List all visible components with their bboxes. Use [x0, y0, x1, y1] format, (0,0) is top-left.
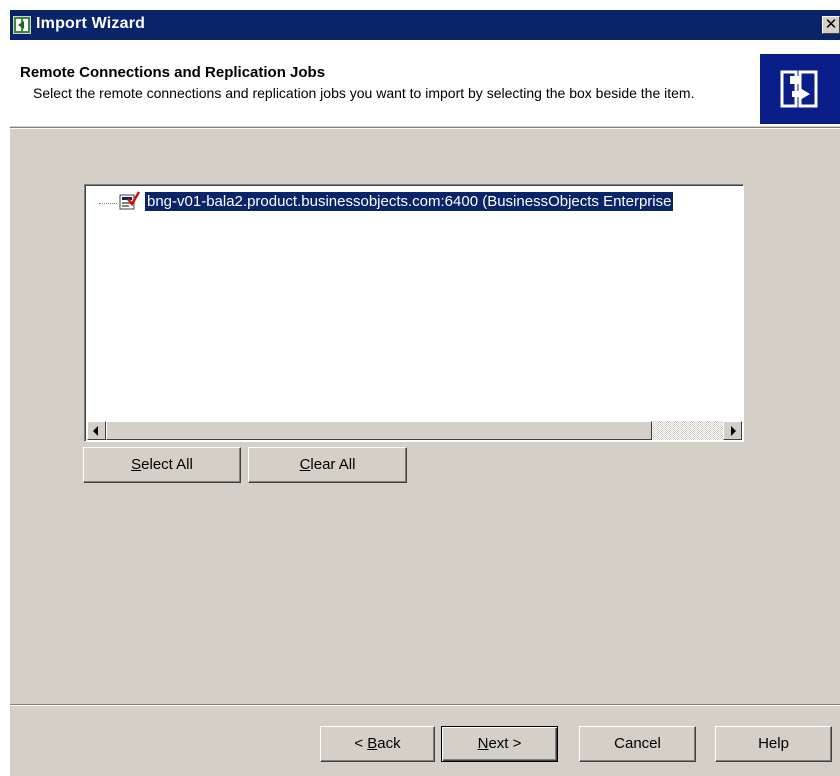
header-separator: [10, 127, 840, 129]
next-label: ext >: [488, 735, 522, 752]
clear-all-label: lear All: [310, 456, 356, 473]
tree-connector-line: [99, 203, 117, 204]
help-label: Help: [758, 735, 789, 752]
back-mnemonic: B: [367, 735, 378, 752]
tree-item-label[interactable]: bng-v01-bala2.product.businessobjects.co…: [145, 192, 674, 211]
import-arrow-icon: [780, 70, 818, 108]
scroll-track[interactable]: [652, 421, 723, 440]
wizard-header: Remote Connections and Replication Jobs …: [10, 40, 840, 126]
select-all-label: elect All: [141, 456, 193, 473]
clear-all-mnemonic: C: [299, 456, 311, 473]
page-description: Select the remote connections and replic…: [33, 85, 695, 101]
next-button[interactable]: Next >: [441, 726, 558, 762]
help-button[interactable]: Help: [715, 726, 832, 762]
clear-all-button[interactable]: Clear All: [248, 447, 407, 483]
footer-separator: [10, 704, 840, 706]
close-button[interactable]: ✕: [822, 16, 840, 34]
scroll-left-button[interactable]: [87, 421, 106, 440]
checked-connection-icon[interactable]: [118, 191, 140, 211]
import-wizard-window: Import Wizard ✕ Remote Connections and R…: [8, 9, 840, 776]
arrow-right-icon: [731, 426, 736, 436]
back-prefix: <: [354, 735, 368, 752]
next-mnemonic: N: [477, 735, 489, 752]
close-icon: ✕: [824, 16, 838, 33]
page-title: Remote Connections and Replication Jobs: [20, 64, 326, 81]
back-button[interactable]: < Back: [320, 726, 435, 762]
scroll-thumb[interactable]: [106, 421, 652, 440]
cancel-label: Cancel: [614, 735, 661, 752]
back-label: ack: [377, 735, 401, 752]
arrow-left-icon: [93, 426, 98, 436]
window-title: Import Wizard: [36, 15, 146, 32]
title-bar[interactable]: Import Wizard ✕: [10, 10, 840, 40]
select-all-mnemonic: S: [131, 456, 142, 473]
header-banner: [760, 54, 840, 124]
select-all-button[interactable]: Select All: [83, 447, 241, 483]
scroll-right-button[interactable]: [723, 421, 742, 440]
import-wizard-icon: [13, 16, 31, 34]
horizontal-scrollbar[interactable]: [87, 421, 742, 440]
cancel-button[interactable]: Cancel: [579, 726, 696, 762]
connections-tree[interactable]: bng-v01-bala2.product.businessobjects.co…: [84, 184, 744, 442]
